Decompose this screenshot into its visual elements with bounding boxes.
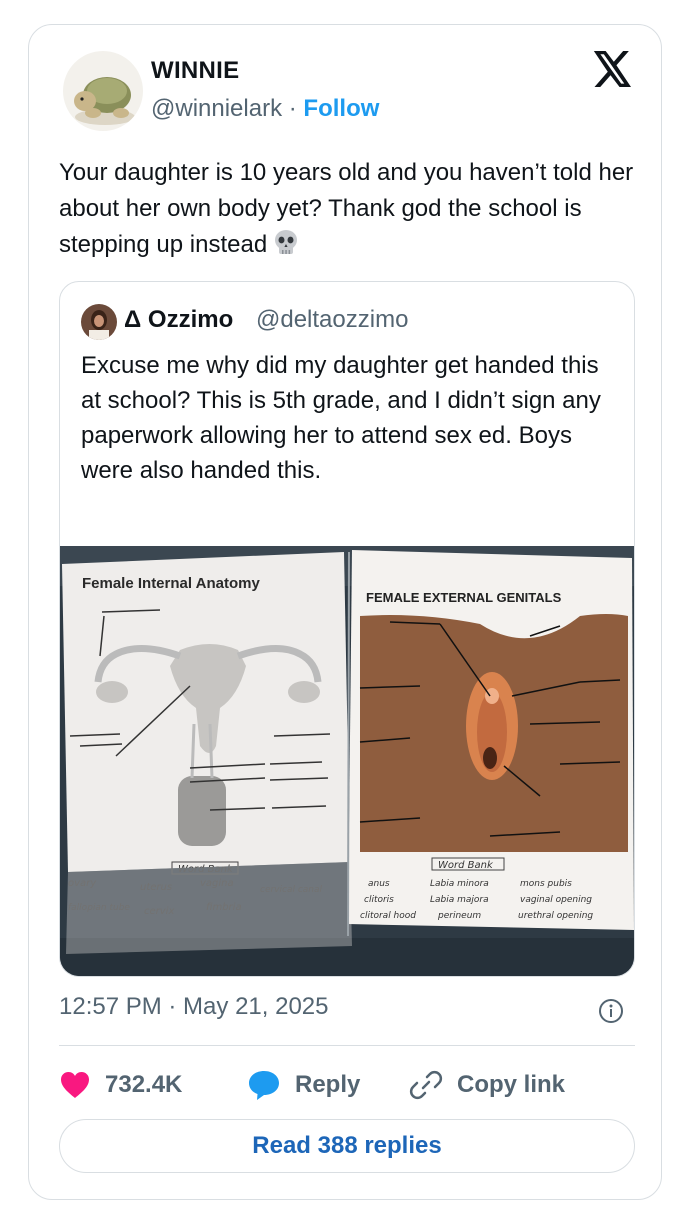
- word-labia-minora: Labia minora: [430, 879, 489, 889]
- reply-icon: [249, 1071, 279, 1100]
- right-word-bank-title: Word Bank: [438, 860, 494, 871]
- separator: ·: [282, 95, 304, 122]
- quoted-tweet-text: Excuse me why did my daughter get handed…: [81, 352, 601, 484]
- copy-link-label: Copy link: [457, 1071, 566, 1098]
- like-button[interactable]: 732.4K: [59, 1065, 182, 1105]
- word-clitoris: clitoris: [364, 895, 394, 905]
- author-handle-row: @winnielark · Follow: [151, 95, 379, 123]
- external-anatomy-diagram: [359, 614, 628, 852]
- reply-button[interactable]: Reply: [247, 1065, 360, 1105]
- x-logo[interactable]: [593, 51, 633, 87]
- right-worksheet-title: FEMALE EXTERNAL GENITALS: [366, 590, 562, 605]
- quoted-tweet[interactable]: Δ Ozzimo @deltaozzimo Excuse me why did …: [59, 281, 635, 977]
- tweet-card: WINNIE @winnielark · Follow Your daughte…: [28, 24, 662, 1200]
- like-count: 732.4K: [105, 1071, 183, 1098]
- copy-link-button[interactable]: Copy link: [409, 1065, 565, 1105]
- skull-emoji-icon: [275, 230, 298, 254]
- word-clitoral-hood: clitoral hood: [360, 911, 416, 921]
- author-name[interactable]: WINNIE: [151, 57, 239, 85]
- reply-label: Reply: [295, 1071, 361, 1098]
- word-perineum: perineum: [437, 911, 481, 921]
- quoted-author-name[interactable]: Δ Ozzimo: [124, 306, 233, 334]
- divider: [59, 1045, 635, 1046]
- word-anus: anus: [368, 879, 390, 889]
- left-worksheet-title: Female Internal Anatomy: [82, 575, 260, 592]
- info-icon[interactable]: [597, 997, 625, 1025]
- word-urethral-opening: urethral opening: [518, 911, 593, 921]
- quoted-author-handle[interactable]: @deltaozzimo: [256, 306, 408, 334]
- author-avatar[interactable]: [63, 51, 143, 131]
- author-handle[interactable]: @winnielark: [151, 95, 282, 122]
- tweet-text: Your daughter is 10 years old and you ha…: [59, 155, 639, 263]
- tweet-timestamp[interactable]: 12:57 PM · May 21, 2025: [59, 993, 328, 1021]
- action-bar: 732.4K Reply Copy link: [59, 1065, 635, 1105]
- word-vaginal-opening: vaginal opening: [520, 895, 592, 905]
- word-mons-pubis: mons pubis: [520, 879, 572, 889]
- follow-button[interactable]: Follow: [303, 95, 379, 122]
- quoted-author-avatar[interactable]: [81, 304, 117, 340]
- word-labia-majora: Labia majora: [430, 895, 489, 905]
- link-icon: [409, 1070, 443, 1100]
- worksheet-photo[interactable]: Female Internal Anatomy Word Bank ovary …: [60, 546, 635, 977]
- tweet-text-body: Your daughter is 10 years old and you ha…: [59, 159, 634, 258]
- heart-icon: [61, 1072, 89, 1098]
- read-replies-button[interactable]: Read 388 replies: [59, 1119, 635, 1173]
